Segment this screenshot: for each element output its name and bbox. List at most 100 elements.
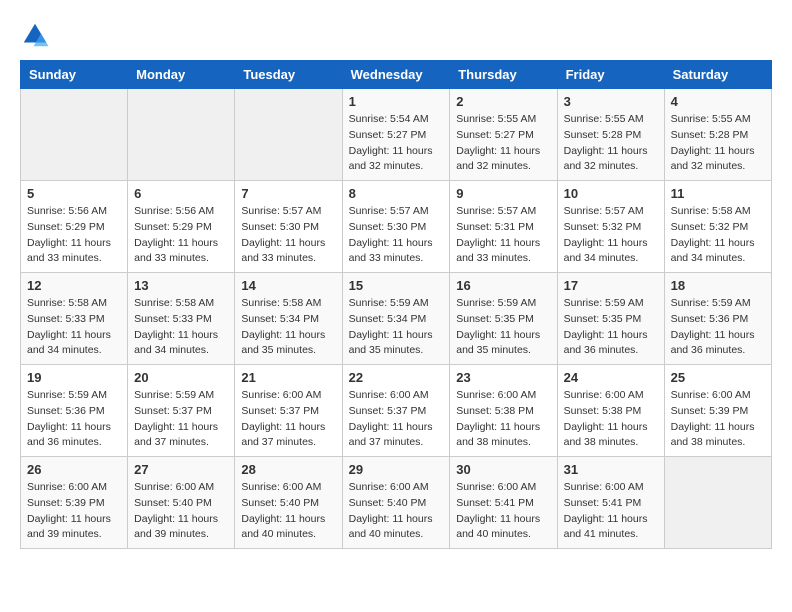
day-number: 3	[564, 94, 658, 109]
day-number: 7	[241, 186, 335, 201]
calendar-cell: 28 Sunrise: 6:00 AMSunset: 5:40 PMDayligh…	[235, 457, 342, 549]
day-number: 18	[671, 278, 765, 293]
logo-icon	[20, 20, 50, 50]
day-info: Sunrise: 5:57 AMSunset: 5:30 PMDaylight:…	[241, 204, 335, 267]
calendar-cell: 13 Sunrise: 5:58 AMSunset: 5:33 PMDayligh…	[128, 273, 235, 365]
weekday-header-wednesday: Wednesday	[342, 61, 450, 89]
day-info: Sunrise: 5:56 AMSunset: 5:29 PMDaylight:…	[134, 204, 228, 267]
calendar-cell: 7 Sunrise: 5:57 AMSunset: 5:30 PMDaylight…	[235, 181, 342, 273]
day-number: 2	[456, 94, 550, 109]
day-info: Sunrise: 5:57 AMSunset: 5:31 PMDaylight:…	[456, 204, 550, 267]
day-info: Sunrise: 6:00 AMSunset: 5:40 PMDaylight:…	[134, 480, 228, 543]
weekday-header-saturday: Saturday	[664, 61, 771, 89]
day-number: 23	[456, 370, 550, 385]
day-info: Sunrise: 5:57 AMSunset: 5:32 PMDaylight:…	[564, 204, 658, 267]
day-info: Sunrise: 5:57 AMSunset: 5:30 PMDaylight:…	[349, 204, 444, 267]
day-number: 10	[564, 186, 658, 201]
calendar-cell	[128, 89, 235, 181]
day-info: Sunrise: 5:55 AMSunset: 5:27 PMDaylight:…	[456, 112, 550, 175]
calendar-week-1: 1 Sunrise: 5:54 AMSunset: 5:27 PMDaylight…	[21, 89, 772, 181]
calendar-cell: 4 Sunrise: 5:55 AMSunset: 5:28 PMDaylight…	[664, 89, 771, 181]
day-info: Sunrise: 5:59 AMSunset: 5:35 PMDaylight:…	[564, 296, 658, 359]
day-info: Sunrise: 6:00 AMSunset: 5:38 PMDaylight:…	[456, 388, 550, 451]
calendar-cell: 3 Sunrise: 5:55 AMSunset: 5:28 PMDaylight…	[557, 89, 664, 181]
day-number: 19	[27, 370, 121, 385]
calendar-cell: 19Sunrise: 5:59 AMSunset: 5:36 PMDayligh…	[21, 365, 128, 457]
day-number: 17	[564, 278, 658, 293]
day-number: 27	[134, 462, 228, 477]
day-info: Sunrise: 6:00 AMSunset: 5:37 PMDaylight:…	[241, 388, 335, 451]
day-number: 5	[27, 186, 121, 201]
calendar-cell: 2 Sunrise: 5:55 AMSunset: 5:27 PMDaylight…	[450, 89, 557, 181]
weekday-header-row: SundayMondayTuesdayWednesdayThursdayFrid…	[21, 61, 772, 89]
day-info: Sunrise: 6:00 AMSunset: 5:39 PMDaylight:…	[27, 480, 121, 543]
day-number: 20	[134, 370, 228, 385]
day-number: 22	[349, 370, 444, 385]
day-number: 15	[349, 278, 444, 293]
day-info: Sunrise: 5:55 AMSunset: 5:28 PMDaylight:…	[671, 112, 765, 175]
calendar-cell: 16Sunrise: 5:59 AMSunset: 5:35 PMDayligh…	[450, 273, 557, 365]
day-info: Sunrise: 6:00 AMSunset: 5:37 PMDaylight:…	[349, 388, 444, 451]
calendar-cell: 15 Sunrise: 5:59 AMSunset: 5:34 PMDayligh…	[342, 273, 450, 365]
day-info: Sunrise: 5:55 AMSunset: 5:28 PMDaylight:…	[564, 112, 658, 175]
weekday-header-friday: Friday	[557, 61, 664, 89]
calendar-cell: 5 Sunrise: 5:56 AMSunset: 5:29 PMDaylight…	[21, 181, 128, 273]
day-number: 29	[349, 462, 444, 477]
calendar-week-5: 26 Sunrise: 6:00 AMSunset: 5:39 PMDayligh…	[21, 457, 772, 549]
calendar-cell: 18 Sunrise: 5:59 AMSunset: 5:36 PMDayligh…	[664, 273, 771, 365]
calendar-cell: 21 Sunrise: 6:00 AMSunset: 5:37 PMDayligh…	[235, 365, 342, 457]
calendar-week-2: 5 Sunrise: 5:56 AMSunset: 5:29 PMDaylight…	[21, 181, 772, 273]
day-number: 13	[134, 278, 228, 293]
calendar-cell: 26 Sunrise: 6:00 AMSunset: 5:39 PMDayligh…	[21, 457, 128, 549]
day-number: 31	[564, 462, 658, 477]
calendar-cell: 31 Sunrise: 6:00 AMSunset: 5:41 PMDayligh…	[557, 457, 664, 549]
day-number: 1	[349, 94, 444, 109]
calendar-cell: 6 Sunrise: 5:56 AMSunset: 5:29 PMDaylight…	[128, 181, 235, 273]
day-info: Sunrise: 5:59 AMSunset: 5:36 PMDaylight:…	[671, 296, 765, 359]
logo	[20, 20, 54, 50]
weekday-header-monday: Monday	[128, 61, 235, 89]
calendar-cell: 20 Sunrise: 5:59 AMSunset: 5:37 PMDayligh…	[128, 365, 235, 457]
calendar-cell: 8 Sunrise: 5:57 AMSunset: 5:30 PMDaylight…	[342, 181, 450, 273]
calendar-cell: 14 Sunrise: 5:58 AMSunset: 5:34 PMDayligh…	[235, 273, 342, 365]
day-number: 28	[241, 462, 335, 477]
day-info: Sunrise: 6:00 AMSunset: 5:41 PMDaylight:…	[564, 480, 658, 543]
day-info: Sunrise: 5:56 AMSunset: 5:29 PMDaylight:…	[27, 204, 121, 267]
day-number: 9	[456, 186, 550, 201]
calendar-cell: 12 Sunrise: 5:58 AMSunset: 5:33 PMDayligh…	[21, 273, 128, 365]
calendar-week-4: 19Sunrise: 5:59 AMSunset: 5:36 PMDayligh…	[21, 365, 772, 457]
calendar-cell: 29 Sunrise: 6:00 AMSunset: 5:40 PMDayligh…	[342, 457, 450, 549]
day-number: 14	[241, 278, 335, 293]
day-number: 26	[27, 462, 121, 477]
calendar-cell: 10 Sunrise: 5:57 AMSunset: 5:32 PMDayligh…	[557, 181, 664, 273]
day-info: Sunrise: 5:59 AMSunset: 5:34 PMDaylight:…	[349, 296, 444, 359]
page-header	[20, 20, 772, 50]
day-info: Sunrise: 6:00 AMSunset: 5:40 PMDaylight:…	[349, 480, 444, 543]
day-info: Sunrise: 5:59 AMSunset: 5:35 PMDaylight:…	[456, 296, 550, 359]
calendar-cell: 30 Sunrise: 6:00 AMSunset: 5:41 PMDayligh…	[450, 457, 557, 549]
calendar-cell: 23 Sunrise: 6:00 AMSunset: 5:38 PMDayligh…	[450, 365, 557, 457]
weekday-header-thursday: Thursday	[450, 61, 557, 89]
day-info: Sunrise: 5:58 AMSunset: 5:34 PMDaylight:…	[241, 296, 335, 359]
day-number: 4	[671, 94, 765, 109]
calendar-cell: 22 Sunrise: 6:00 AMSunset: 5:37 PMDayligh…	[342, 365, 450, 457]
day-info: Sunrise: 5:58 AMSunset: 5:33 PMDaylight:…	[27, 296, 121, 359]
day-number: 6	[134, 186, 228, 201]
day-number: 21	[241, 370, 335, 385]
day-info: Sunrise: 6:00 AMSunset: 5:40 PMDaylight:…	[241, 480, 335, 543]
day-info: Sunrise: 5:59 AMSunset: 5:37 PMDaylight:…	[134, 388, 228, 451]
calendar-cell	[664, 457, 771, 549]
day-info: Sunrise: 5:58 AMSunset: 5:33 PMDaylight:…	[134, 296, 228, 359]
day-number: 8	[349, 186, 444, 201]
calendar-cell: 24Sunrise: 6:00 AMSunset: 5:38 PMDayligh…	[557, 365, 664, 457]
day-info: Sunrise: 6:00 AMSunset: 5:41 PMDaylight:…	[456, 480, 550, 543]
day-number: 25	[671, 370, 765, 385]
day-number: 12	[27, 278, 121, 293]
calendar-week-3: 12 Sunrise: 5:58 AMSunset: 5:33 PMDayligh…	[21, 273, 772, 365]
day-info: Sunrise: 5:54 AMSunset: 5:27 PMDaylight:…	[349, 112, 444, 175]
calendar-cell: 17 Sunrise: 5:59 AMSunset: 5:35 PMDayligh…	[557, 273, 664, 365]
day-number: 30	[456, 462, 550, 477]
day-info: Sunrise: 6:00 AMSunset: 5:38 PMDaylight:…	[564, 388, 658, 451]
calendar-cell: 9 Sunrise: 5:57 AMSunset: 5:31 PMDaylight…	[450, 181, 557, 273]
calendar-cell: 25Sunrise: 6:00 AMSunset: 5:39 PMDayligh…	[664, 365, 771, 457]
